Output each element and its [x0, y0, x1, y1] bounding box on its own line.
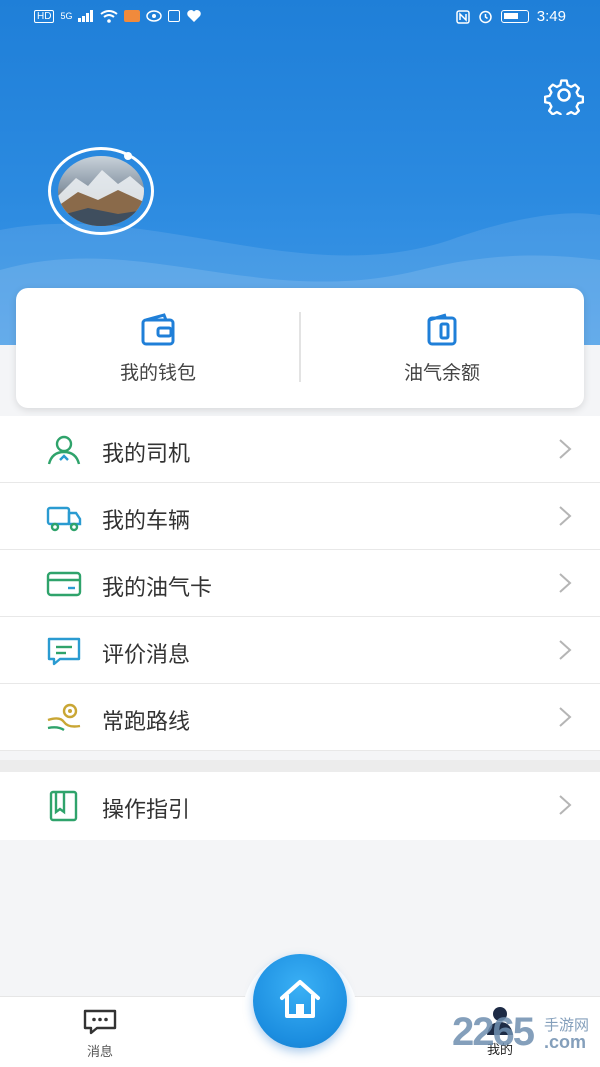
chevron-right-icon — [559, 795, 572, 815]
wallet-card: 我的钱包 油气余额 — [16, 288, 584, 408]
heart-icon — [187, 10, 202, 22]
watermark-logo: 2265 手游网 .com — [452, 1010, 600, 1060]
guide-icon — [49, 790, 78, 822]
menu-item-label: 操作指引 — [102, 798, 191, 823]
menu-item-label: 评价消息 — [102, 643, 191, 668]
chat-icon — [83, 1009, 117, 1035]
chat-app-icon — [124, 10, 141, 22]
status-bar: HD 5G 3:49 — [0, 0, 600, 36]
avatar-photo — [58, 156, 144, 226]
gear-icon — [543, 79, 585, 120]
menu-item-guide[interactable]: 操作指引 — [0, 772, 600, 840]
balance-button[interactable]: 油气余额 — [300, 288, 584, 408]
menu-item-routes[interactable]: 常跑路线 — [0, 684, 600, 751]
menu-item-reviews[interactable]: 评价消息 — [0, 617, 600, 684]
menu-item-label: 我的司机 — [102, 442, 191, 467]
chevron-right-icon — [559, 573, 572, 593]
menu-item-label: 常跑路线 — [102, 710, 191, 735]
message-icon — [47, 637, 81, 666]
chevron-right-icon — [559, 439, 572, 459]
chevron-right-icon — [559, 707, 572, 727]
avatar-dot-decoration — [124, 152, 132, 160]
eye-icon — [146, 10, 163, 22]
avatar[interactable] — [48, 147, 156, 235]
menu-item-label: 我的油气卡 — [102, 576, 213, 601]
section-gap — [0, 760, 600, 772]
wallet-icon — [141, 313, 175, 346]
balance-label: 油气余额 — [403, 362, 480, 384]
hd-label: HD — [34, 9, 55, 23]
truck-icon — [46, 506, 82, 532]
watermark-domain: .com — [544, 1032, 587, 1052]
chevron-right-icon — [559, 640, 572, 660]
alarm-icon — [479, 10, 492, 24]
nfc-icon — [456, 9, 470, 24]
menu-item-drivers[interactable]: 我的司机 — [0, 416, 600, 483]
tab-messages[interactable]: 消息 — [80, 1009, 120, 1060]
app-notification-icon — [168, 10, 181, 22]
balance-card-icon — [427, 313, 457, 346]
guide-list: 操作指引 — [0, 772, 600, 840]
menu-item-vehicles[interactable]: 我的车辆 — [0, 483, 600, 550]
home-icon — [280, 980, 320, 1018]
mountain-photo-icon — [58, 170, 144, 226]
signal-icon — [78, 10, 94, 22]
home-button[interactable] — [253, 954, 347, 1048]
route-icon — [47, 703, 81, 732]
menu-list: 我的司机 我的车辆 我的油气卡 评价消息 常跑路线 — [0, 416, 600, 751]
wallet-label: 我的钱包 — [119, 362, 196, 384]
driver-icon — [47, 435, 81, 465]
card-icon — [46, 571, 82, 597]
watermark-number: 2265 — [452, 1010, 535, 1054]
status-time: 3:49 — [536, 8, 566, 25]
wallet-button[interactable]: 我的钱包 — [16, 288, 300, 408]
menu-item-fuel-card[interactable]: 我的油气卡 — [0, 550, 600, 617]
network-label: 5G — [60, 11, 73, 21]
tab-messages-label: 消息 — [86, 1045, 113, 1060]
wifi-icon — [100, 9, 119, 23]
menu-item-label: 我的车辆 — [102, 509, 191, 534]
chevron-right-icon — [559, 506, 572, 526]
battery-icon — [500, 10, 529, 23]
settings-button[interactable] — [543, 75, 585, 120]
